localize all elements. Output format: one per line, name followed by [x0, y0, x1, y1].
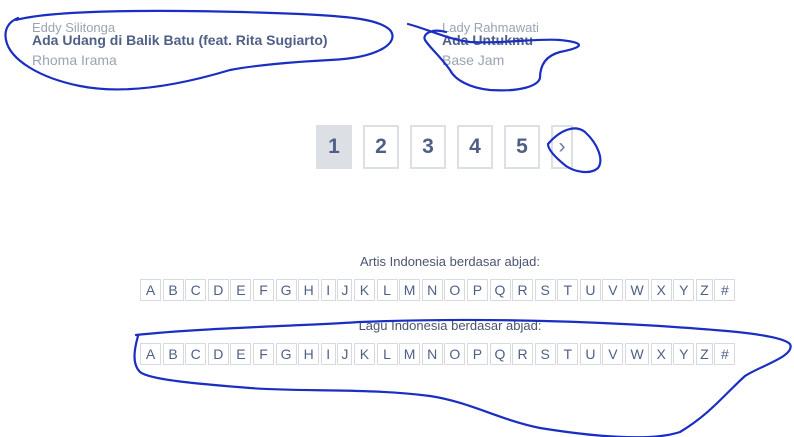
- artis-letter-n[interactable]: N: [421, 279, 443, 301]
- lagu-letter-r[interactable]: R: [512, 343, 534, 365]
- lagu-letter-f[interactable]: F: [252, 343, 274, 365]
- lagu-letter-t[interactable]: T: [557, 343, 579, 365]
- lagu-letter-a[interactable]: A: [140, 343, 161, 365]
- lagu-letter-s[interactable]: S: [534, 343, 556, 365]
- artis-letter-i[interactable]: I: [320, 279, 336, 301]
- page-button-2[interactable]: 2: [363, 125, 399, 169]
- artis-letter-h[interactable]: H: [298, 279, 320, 301]
- artis-letter-hash[interactable]: #: [714, 279, 736, 301]
- lagu-letter-d[interactable]: D: [207, 343, 229, 365]
- song-item[interactable]: Lady Rahmawati Ada Untukmu Base Jam: [442, 20, 539, 68]
- lagu-letter-b[interactable]: B: [162, 343, 184, 365]
- lagu-letter-j[interactable]: J: [337, 343, 353, 365]
- artis-letter-v[interactable]: V: [602, 279, 624, 301]
- page-button-3[interactable]: 3: [410, 125, 446, 169]
- lagu-letter-v[interactable]: V: [602, 343, 624, 365]
- artis-letter-r[interactable]: R: [512, 279, 534, 301]
- lagu-abjad-heading: Lagu Indonesia berdasar abjad:: [358, 318, 542, 333]
- artis-letter-u[interactable]: U: [579, 279, 601, 301]
- lagu-letter-k[interactable]: K: [353, 343, 375, 365]
- lagu-letter-z[interactable]: Z: [695, 343, 713, 365]
- lagu-letter-u[interactable]: U: [579, 343, 601, 365]
- artis-letter-d[interactable]: D: [207, 279, 229, 301]
- pagination: 1 2 3 4 5 ›: [316, 125, 573, 169]
- page-button-1[interactable]: 1: [316, 125, 352, 169]
- lagu-letter-l[interactable]: L: [376, 343, 398, 365]
- song-item[interactable]: Eddy Silitonga Ada Udang di Balik Batu (…: [32, 20, 328, 68]
- lagu-letter-g[interactable]: G: [275, 343, 297, 365]
- artis-letter-c[interactable]: C: [185, 279, 207, 301]
- previous-song-text: Lady Rahmawati: [442, 20, 539, 35]
- artis-letter-f[interactable]: F: [252, 279, 274, 301]
- artis-letter-s[interactable]: S: [534, 279, 556, 301]
- page-button-5[interactable]: 5: [504, 125, 540, 169]
- artis-letter-index: A B C D E F G H I J K L M N O P Q R S T U V W X Y Z #: [140, 279, 737, 301]
- lagu-letter-o[interactable]: O: [444, 343, 466, 365]
- lagu-letter-c[interactable]: C: [185, 343, 207, 365]
- page-button-4[interactable]: 4: [457, 125, 493, 169]
- lagu-letter-m[interactable]: M: [399, 343, 421, 365]
- lagu-letter-h[interactable]: H: [298, 343, 320, 365]
- artis-letter-y[interactable]: Y: [673, 279, 695, 301]
- artis-letter-k[interactable]: K: [353, 279, 375, 301]
- lagu-letter-x[interactable]: X: [650, 343, 672, 365]
- lagu-letter-index: A B C D E F G H I J K L M N O P Q R S T U V W X Y Z #: [140, 343, 737, 365]
- artis-letter-z[interactable]: Z: [695, 279, 713, 301]
- song-artist-link[interactable]: Base Jam: [442, 52, 533, 68]
- artis-letter-q[interactable]: Q: [489, 279, 511, 301]
- artis-letter-l[interactable]: L: [376, 279, 398, 301]
- artis-letter-m[interactable]: M: [399, 279, 421, 301]
- annotation-circle-lagu-index: [133, 318, 792, 437]
- lagu-letter-e[interactable]: E: [230, 343, 252, 365]
- next-page-button[interactable]: ›: [551, 125, 573, 169]
- lagu-letter-i[interactable]: I: [320, 343, 336, 365]
- artis-letter-o[interactable]: O: [444, 279, 466, 301]
- previous-song-text: Eddy Silitonga: [32, 20, 116, 35]
- lagu-letter-q[interactable]: Q: [489, 343, 511, 365]
- artis-letter-b[interactable]: B: [162, 279, 184, 301]
- lagu-letter-n[interactable]: N: [421, 343, 443, 365]
- artis-letter-g[interactable]: G: [275, 279, 297, 301]
- artis-letter-w[interactable]: W: [625, 279, 650, 301]
- song-artist-link[interactable]: Rhoma Irama: [32, 52, 328, 68]
- annotation-strokes: [4, 9, 792, 437]
- artis-letter-e[interactable]: E: [230, 279, 252, 301]
- artis-letter-a[interactable]: A: [140, 279, 161, 301]
- artis-letter-x[interactable]: X: [650, 279, 672, 301]
- artis-letter-p[interactable]: P: [466, 279, 488, 301]
- lagu-letter-p[interactable]: P: [466, 343, 488, 365]
- lagu-letter-w[interactable]: W: [625, 343, 650, 365]
- artis-letter-t[interactable]: T: [557, 279, 579, 301]
- lagu-letter-y[interactable]: Y: [673, 343, 695, 365]
- artis-abjad-heading: Artis Indonesia berdasar abjad:: [360, 254, 540, 269]
- artis-letter-j[interactable]: J: [337, 279, 353, 301]
- lagu-letter-hash[interactable]: #: [714, 343, 736, 365]
